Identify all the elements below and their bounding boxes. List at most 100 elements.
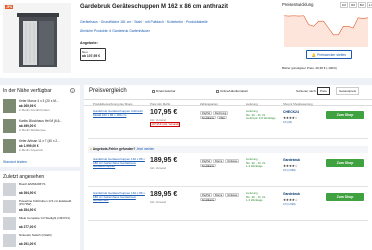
checkbox[interactable]	[152, 89, 155, 93]
item-price: ab 499,00 €	[19, 123, 37, 128]
filter-direct[interactable]: Direkt lieferbar	[152, 89, 176, 93]
range-tab[interactable]: 3M	[348, 2, 357, 8]
product-thumbnail	[3, 119, 16, 133]
product-thumbnail	[3, 217, 16, 230]
offer-row: Gardebruk Geräteschuppen 162 x 86 x 180 …	[88, 155, 368, 187]
list-item[interactable]: Miele Complete C3 Starlight (10NY01) ab 2…	[3, 217, 77, 232]
product-image[interactable]: -5%	[3, 3, 71, 73]
list-item[interactable]: Keter Manor 4 x 3 (20 x M... ab 269,99 € i…	[3, 99, 77, 117]
item-price: ab 277,00 €	[19, 224, 37, 229]
shed-illustration-icon	[17, 13, 59, 67]
filter-online[interactable]: Online/Händlerrabatt	[216, 89, 248, 93]
col-header: Zahlungsarten	[200, 102, 218, 106]
recently-viewed-title: Zuletzt angesehen	[3, 174, 45, 180]
list-item[interactable]: Nintendo Switch (OLED) ab 291,00 €	[3, 234, 77, 249]
price-history-panel: Preisentwicklung 1M 3M 6M 1J 🔔 Preisweck…	[282, 2, 372, 76]
shop-logo[interactable]: Gardebruk	[283, 158, 300, 162]
payment-icon: Kreditkarte	[200, 197, 217, 202]
col-header: Produktbezeichnung des Shops	[93, 102, 133, 106]
go-to-shop-button[interactable]: Zum Shop	[326, 111, 364, 119]
product-meta[interactable]: Gerätehaus · Grundfläche 181 cm · Stahl …	[80, 20, 260, 24]
comparison-title: Preisvergleich	[89, 88, 127, 94]
price-history-chart[interactable]	[282, 9, 370, 47]
change-location-link[interactable]: Standort ändern	[3, 160, 27, 164]
sort-label: Sortieren nach:	[296, 89, 317, 93]
shop-rating-stars: ★★★★☆	[283, 116, 298, 120]
item-price: ab 354,90 €	[19, 207, 37, 212]
payment-icon: PayPal	[200, 159, 212, 163]
range-tab[interactable]: 1M	[340, 2, 348, 8]
offer-price: ab 107,95 €	[82, 54, 101, 58]
offer-box[interactable]: Neu ab 107,95 €	[80, 48, 106, 61]
item-name: Karibu Blockhaus Hel M (6,6...	[19, 119, 63, 123]
discount-badge: -5%	[5, 5, 14, 9]
info-icon[interactable]: i	[70, 88, 75, 93]
report-link[interactable]: Jetzt melden	[136, 147, 154, 151]
shop-rating-stars: ★★★★☆	[283, 164, 298, 168]
product-thumbnail	[3, 139, 16, 153]
range-tab[interactable]: 6M	[357, 2, 366, 8]
list-item[interactable]: Keter Artisan 11 x 7 (40 x 2... ab 1.999,…	[3, 139, 77, 157]
offer-row: Gardebruk Geräteschuppen Anthrazit Metal…	[88, 107, 368, 139]
go-to-shop-button[interactable]: Zum Shop	[326, 159, 364, 167]
item-price: ab 291,00 €	[19, 241, 37, 246]
payment-icon: Rechnung	[212, 111, 229, 115]
payment-icon: Klarna	[212, 159, 225, 163]
shop-rating-count[interactable]: 4,5 (1.029)	[283, 203, 296, 206]
bell-icon: 🔔	[311, 53, 317, 57]
product-thumbnail	[3, 234, 16, 247]
offer-shipping: inkl. Versand	[150, 200, 167, 204]
sort-total[interactable]: Gesamtpreis	[336, 87, 360, 95]
list-item[interactable]: Powerline Kühltruhen 174 cm Edelweiß (PC…	[3, 200, 77, 215]
item-name: Miele Complete C3 Starlight (10NY01)	[19, 217, 71, 220]
payment-methods: PayPal Rechnung Kreditkarte VISA	[200, 111, 240, 120]
checkbox[interactable]	[216, 89, 219, 93]
col-header: Lieferung	[246, 102, 258, 106]
delivery-info: Lieferung Mo. 30. - Di. 31. 1-3 Werktage	[246, 191, 266, 203]
payment-icon: Vorkasse	[225, 159, 240, 163]
shop-logo[interactable]: CHECK24	[283, 110, 299, 114]
payment-icon: Vorkasse	[225, 193, 240, 197]
offer-note: 107,95 € (inkl. Versand)	[150, 122, 181, 127]
product-title: Gardebruk Geräteschuppen M 162 x 86 cm a…	[80, 4, 229, 10]
offer-shipping: inkl. Versand	[150, 166, 167, 170]
offers-label: Angebote:	[80, 41, 98, 45]
product-thumbnail	[3, 200, 16, 213]
list-item[interactable]: Bosch EMS6206YS ab 394,90 €	[3, 183, 77, 198]
delivery-info: Lieferung Mo. 30. - Di. 31. 1-3 Werktage	[246, 157, 266, 169]
offer-name[interactable]: Gardebruk Geräteschuppen 162 x 86 x 180 …	[93, 157, 145, 169]
error-report-bar: ● Angebots-Fehler gefunden? Jetzt melden	[88, 146, 368, 153]
shop-logo[interactable]: Gardebruk	[283, 192, 300, 196]
similar-products-link[interactable]: Ähnliche Produkte: 6 Gardebruk Gartenhäu…	[80, 29, 150, 33]
product-thumbnail	[3, 183, 16, 196]
payment-icon: VISA	[217, 115, 227, 120]
payment-icon: PayPal	[200, 193, 212, 197]
item-name: Bosch EMS6206YS	[19, 183, 46, 186]
shop-rating-count[interactable]: 3,6 (1.029)	[283, 169, 296, 172]
go-to-shop-button[interactable]: Zum Shop	[326, 193, 364, 201]
item-price: ab 269,99 €	[19, 103, 37, 108]
payment-methods: PayPal Klarna Vorkasse Kreditkarte	[200, 193, 240, 202]
offer-name[interactable]: Gardebruk Geräteschuppen 162 x 86 x 180 …	[93, 191, 145, 203]
payment-icon: Kreditkarte	[200, 163, 217, 168]
table-header: Produktbezeichnung des Shops Preis inkl.…	[84, 99, 372, 106]
nearby-panel: In der Nähe verfügbar i Keter Manor 4 x …	[0, 85, 80, 167]
product-header: -5% Gardebruk Geräteschuppen M 162 x 86 …	[0, 0, 372, 78]
offer-name[interactable]: Gardebruk Geräteschuppen Anthrazit Metal…	[93, 109, 145, 117]
history-area	[284, 15, 368, 47]
price-alert-button[interactable]: 🔔 Preiswecker stellen	[306, 50, 352, 59]
list-item[interactable]: Karibu Blockhaus Hel M (6,6... ab 499,00 …	[3, 119, 77, 137]
shop-rating-count[interactable]: 4,5 (22)	[283, 121, 292, 124]
nearby-title: In der Nähe verfügbar	[3, 88, 52, 94]
offer-price: 189,95 €	[150, 191, 178, 198]
item-name: Powerline Kühltruhen 174 cm Edelweiß (PC…	[19, 200, 72, 207]
sort-price[interactable]: Preis	[317, 87, 330, 95]
item-name: Nintendo Switch (OLED)	[19, 234, 52, 237]
col-header: Preis inkl. MwSt.	[150, 102, 171, 106]
price-history-title: Preisentwicklung	[282, 2, 314, 7]
delivery-line: Lieferzeit: 3-5 Werktage	[246, 116, 276, 121]
range-tab[interactable]: 1J	[366, 2, 372, 8]
product-thumbnail	[3, 99, 16, 113]
range-tabs: 1M 3M 6M 1J	[340, 2, 372, 8]
recently-viewed-panel: Zuletzt angesehen Bosch EMS6206YS ab 394,…	[0, 171, 80, 250]
